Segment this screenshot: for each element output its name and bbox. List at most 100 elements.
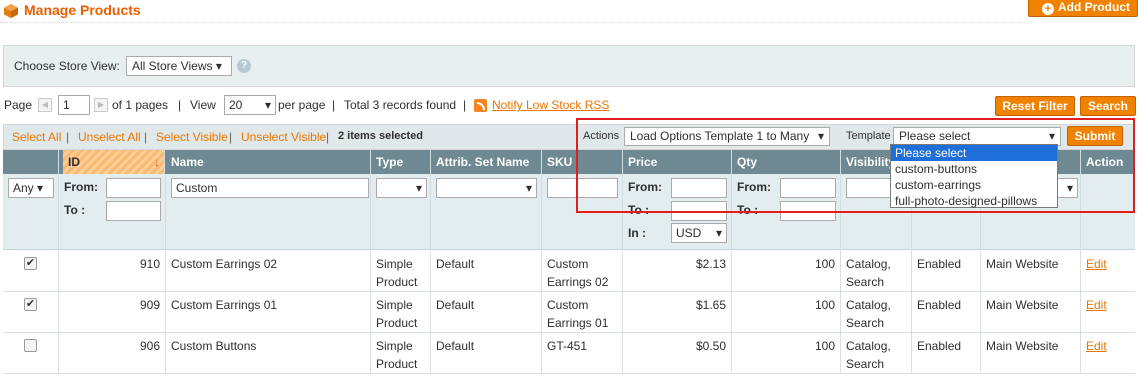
filter-id-to-label: To : bbox=[64, 203, 86, 217]
row-price: $0.50 bbox=[623, 333, 732, 374]
table-row: 906 Custom Buttons Simple Product Defaul… bbox=[3, 333, 1135, 374]
search-button[interactable]: Search bbox=[1080, 96, 1136, 116]
separator: | bbox=[178, 98, 182, 112]
row-status: Enabled bbox=[912, 292, 981, 333]
view-label: View bbox=[190, 98, 216, 112]
row-checkbox[interactable]: ✔ bbox=[24, 298, 37, 311]
row-select-cell: ✔ bbox=[3, 292, 59, 333]
column-id[interactable]: ID ↓ bbox=[63, 150, 165, 174]
store-switcher: Choose Store View: All Store Views ▾ ? bbox=[3, 45, 1135, 87]
filter-attrib-select[interactable]: ▾ bbox=[436, 178, 537, 198]
prev-page-icon[interactable]: ◀ bbox=[38, 98, 52, 112]
filter-currency-select[interactable]: USD ▾ bbox=[671, 223, 727, 243]
row-checkbox[interactable] bbox=[24, 339, 37, 352]
row-name: Custom Earrings 02 bbox=[166, 251, 371, 292]
row-attrib-set: Default bbox=[431, 251, 542, 292]
add-product-button[interactable]: + Add Product bbox=[1028, 0, 1138, 17]
page-title: Manage Products bbox=[24, 2, 141, 18]
filter-any-select[interactable]: Any ▾ bbox=[8, 178, 54, 198]
row-attrib-set: Default bbox=[431, 292, 542, 333]
filter-massaction-cell: Any ▾ bbox=[3, 174, 59, 250]
row-website: Main Website bbox=[981, 251, 1081, 292]
store-view-select[interactable]: All Store Views ▾ bbox=[126, 56, 232, 76]
separator: | bbox=[463, 98, 467, 112]
column-name[interactable]: Name bbox=[166, 150, 371, 174]
separator: | bbox=[326, 130, 330, 144]
notify-low-stock-link[interactable]: Notify Low Stock RSS bbox=[492, 95, 609, 115]
row-type: Simple Product bbox=[371, 333, 431, 374]
row-type: Simple Product bbox=[371, 251, 431, 292]
row-id: 910 bbox=[59, 251, 166, 292]
pager: Page ◀ 1 ▶ of 1 pages | View 20 ▾ per pag… bbox=[4, 95, 994, 117]
row-select-cell: ✔ bbox=[3, 251, 59, 292]
column-massaction bbox=[3, 150, 59, 174]
help-icon[interactable]: ? bbox=[237, 59, 251, 73]
row-sku: GT-451 bbox=[542, 333, 623, 374]
row-type: Simple Product bbox=[371, 292, 431, 333]
row-qty: 100 bbox=[732, 251, 841, 292]
template-dropdown-list: Please select custom-buttons custom-earr… bbox=[890, 144, 1058, 208]
unselect-visible-link[interactable]: Unselect Visible bbox=[241, 130, 326, 144]
column-type[interactable]: Type bbox=[371, 150, 431, 174]
filter-id-from-input[interactable] bbox=[106, 178, 161, 198]
row-qty: 100 bbox=[732, 292, 841, 333]
separator: | bbox=[332, 98, 336, 112]
per-page-select[interactable]: 20 ▾ bbox=[224, 95, 276, 115]
row-price: $2.13 bbox=[623, 251, 732, 292]
unselect-all-link[interactable]: Unselect All bbox=[78, 130, 141, 144]
row-id: 906 bbox=[59, 333, 166, 374]
per-page-value: 20 bbox=[229, 98, 243, 112]
row-sku: Custom Earrings 02 bbox=[542, 251, 623, 292]
filter-currency-value: USD bbox=[676, 226, 702, 240]
row-website: Main Website bbox=[981, 292, 1081, 333]
edit-link[interactable]: Edit bbox=[1086, 298, 1107, 312]
filter-any-value: Any bbox=[13, 181, 34, 195]
rss-icon bbox=[474, 99, 487, 112]
template-option[interactable]: Please select bbox=[891, 145, 1057, 161]
template-option[interactable]: custom-earrings bbox=[891, 177, 1057, 193]
row-visibility: Catalog, Search bbox=[841, 251, 912, 292]
select-visible-link[interactable]: Select Visible bbox=[156, 130, 228, 144]
plus-icon: + bbox=[1042, 3, 1054, 15]
row-website: Main Website bbox=[981, 333, 1081, 374]
header-divider bbox=[0, 22, 1022, 23]
add-product-label: Add Product bbox=[1058, 0, 1130, 14]
row-name: Custom Earrings 01 bbox=[166, 292, 371, 333]
row-action-cell: Edit bbox=[1081, 292, 1135, 333]
page-input[interactable]: 1 bbox=[58, 95, 90, 115]
sort-arrow-icon: ↓ bbox=[154, 155, 160, 169]
row-checkbox[interactable]: ✔ bbox=[24, 257, 37, 270]
template-option[interactable]: custom-buttons bbox=[891, 161, 1057, 177]
filter-type-cell: ▾ bbox=[371, 174, 431, 250]
reset-filter-button[interactable]: Reset Filter bbox=[995, 96, 1075, 116]
row-price: $1.65 bbox=[623, 292, 732, 333]
filter-type-select[interactable]: ▾ bbox=[376, 178, 427, 198]
filter-id-from-label: From: bbox=[64, 180, 98, 194]
row-id: 909 bbox=[59, 292, 166, 333]
row-sku: Custom Earrings 01 bbox=[542, 292, 623, 333]
row-name: Custom Buttons bbox=[166, 333, 371, 374]
column-id-label: ID bbox=[68, 155, 80, 169]
row-visibility: Catalog, Search bbox=[841, 292, 912, 333]
filter-name-input[interactable]: Custom bbox=[171, 178, 369, 198]
separator: | bbox=[229, 130, 233, 144]
table-row: ✔ 909 Custom Earrings 01 Simple Product … bbox=[3, 292, 1135, 333]
next-page-icon[interactable]: ▶ bbox=[94, 98, 108, 112]
filter-id-cell: From: To : bbox=[59, 174, 166, 250]
row-status: Enabled bbox=[912, 251, 981, 292]
per-page-label: per page bbox=[278, 98, 326, 112]
store-view-value: All Store Views bbox=[132, 59, 213, 73]
edit-link[interactable]: Edit bbox=[1086, 257, 1107, 271]
filter-id-to-input[interactable] bbox=[106, 201, 161, 221]
row-status: Enabled bbox=[912, 333, 981, 374]
filter-currency-label: In : bbox=[628, 226, 646, 240]
edit-link[interactable]: Edit bbox=[1086, 339, 1107, 353]
select-all-link[interactable]: Select All bbox=[12, 130, 61, 144]
row-select-cell bbox=[3, 333, 59, 374]
row-attrib-set: Default bbox=[431, 333, 542, 374]
column-attrib-set[interactable]: Attrib. Set Name bbox=[431, 150, 542, 174]
template-option[interactable]: full-photo-designed-pillows bbox=[891, 193, 1057, 209]
page-header: Manage Products bbox=[0, 0, 1138, 24]
store-view-label: Choose Store View: bbox=[14, 59, 120, 73]
selected-count: 2 items selected bbox=[338, 130, 423, 142]
